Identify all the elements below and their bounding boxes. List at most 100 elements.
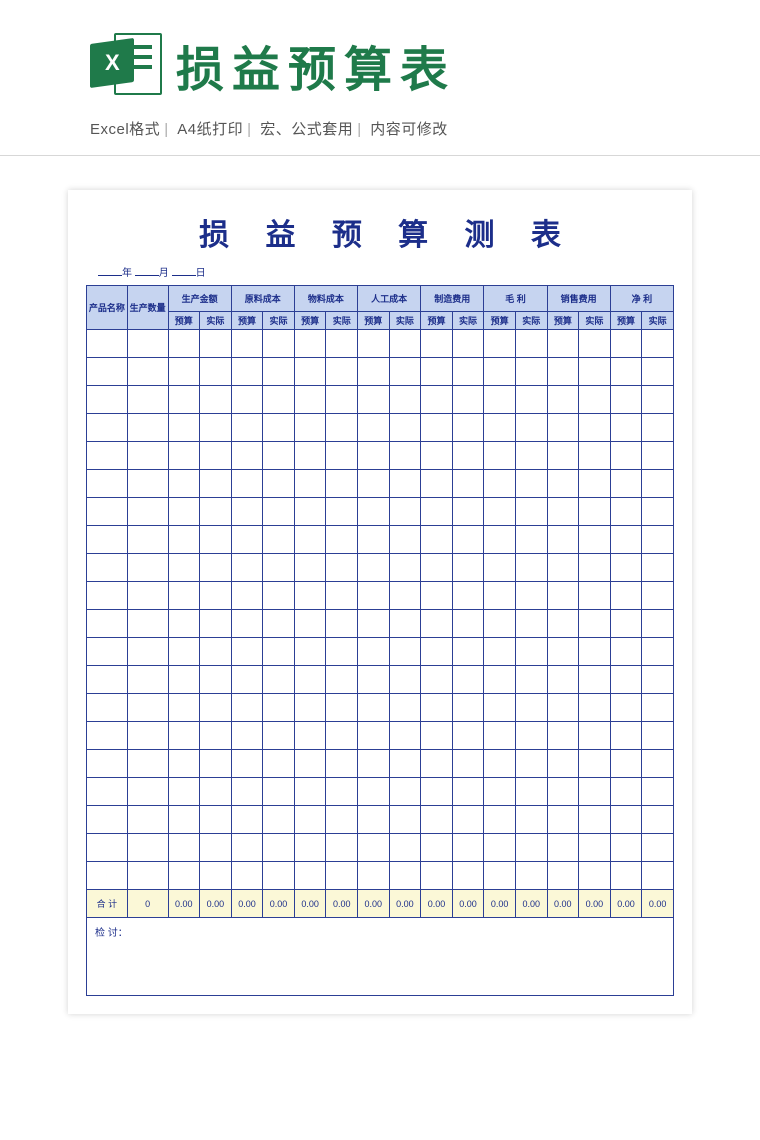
table-cell[interactable] xyxy=(610,526,642,554)
table-cell[interactable] xyxy=(642,834,674,862)
table-cell[interactable] xyxy=(610,638,642,666)
table-cell[interactable] xyxy=(294,750,326,778)
table-cell[interactable] xyxy=(326,554,358,582)
table-cell[interactable] xyxy=(294,722,326,750)
table-cell[interactable] xyxy=(389,834,421,862)
table-cell[interactable] xyxy=(421,666,453,694)
table-cell[interactable] xyxy=(326,638,358,666)
table-cell[interactable] xyxy=(326,722,358,750)
table-cell[interactable] xyxy=(579,638,611,666)
table-cell[interactable] xyxy=(389,470,421,498)
table-cell[interactable] xyxy=(579,330,611,358)
table-cell[interactable] xyxy=(127,694,168,722)
table-cell[interactable] xyxy=(642,610,674,638)
table-cell[interactable] xyxy=(515,638,547,666)
table-cell[interactable] xyxy=(294,554,326,582)
table-cell[interactable] xyxy=(515,470,547,498)
table-cell[interactable] xyxy=(452,610,484,638)
table-cell[interactable] xyxy=(484,582,516,610)
table-cell[interactable] xyxy=(231,414,263,442)
table-cell[interactable] xyxy=(231,862,263,890)
table-cell[interactable] xyxy=(515,442,547,470)
table-cell[interactable] xyxy=(326,778,358,806)
table-cell[interactable] xyxy=(326,666,358,694)
table-cell[interactable] xyxy=(515,498,547,526)
table-cell[interactable] xyxy=(547,666,579,694)
table-cell[interactable] xyxy=(326,834,358,862)
table-cell[interactable] xyxy=(358,722,390,750)
table-cell[interactable] xyxy=(263,442,295,470)
table-cell[interactable] xyxy=(579,526,611,554)
table-cell[interactable] xyxy=(452,358,484,386)
table-cell[interactable] xyxy=(610,470,642,498)
table-cell[interactable] xyxy=(231,806,263,834)
table-cell[interactable] xyxy=(200,386,232,414)
table-cell[interactable] xyxy=(642,414,674,442)
table-cell[interactable] xyxy=(358,694,390,722)
table-cell[interactable] xyxy=(127,834,168,862)
table-cell[interactable] xyxy=(200,610,232,638)
table-cell[interactable] xyxy=(127,386,168,414)
table-cell[interactable] xyxy=(263,554,295,582)
table-cell[interactable] xyxy=(484,414,516,442)
table-cell[interactable] xyxy=(358,638,390,666)
table-cell[interactable] xyxy=(87,806,128,834)
table-cell[interactable] xyxy=(547,806,579,834)
table-cell[interactable] xyxy=(452,778,484,806)
table-cell[interactable] xyxy=(610,386,642,414)
table-cell[interactable] xyxy=(326,330,358,358)
table-cell[interactable] xyxy=(200,582,232,610)
table-cell[interactable] xyxy=(515,610,547,638)
table-cell[interactable] xyxy=(421,526,453,554)
table-cell[interactable] xyxy=(421,694,453,722)
table-cell[interactable] xyxy=(168,386,200,414)
table-cell[interactable] xyxy=(484,750,516,778)
table-cell[interactable] xyxy=(127,526,168,554)
table-cell[interactable] xyxy=(231,526,263,554)
table-cell[interactable] xyxy=(263,750,295,778)
table-cell[interactable] xyxy=(87,386,128,414)
table-cell[interactable] xyxy=(87,638,128,666)
table-cell[interactable] xyxy=(127,498,168,526)
table-cell[interactable] xyxy=(389,610,421,638)
table-cell[interactable] xyxy=(168,834,200,862)
table-cell[interactable] xyxy=(200,722,232,750)
table-cell[interactable] xyxy=(127,806,168,834)
table-cell[interactable] xyxy=(294,526,326,554)
table-cell[interactable] xyxy=(231,722,263,750)
table-cell[interactable] xyxy=(358,442,390,470)
table-cell[interactable] xyxy=(358,778,390,806)
table-cell[interactable] xyxy=(200,442,232,470)
table-cell[interactable] xyxy=(200,498,232,526)
table-cell[interactable] xyxy=(168,582,200,610)
table-cell[interactable] xyxy=(358,358,390,386)
table-cell[interactable] xyxy=(127,722,168,750)
table-cell[interactable] xyxy=(579,470,611,498)
table-cell[interactable] xyxy=(547,386,579,414)
table-cell[interactable] xyxy=(642,722,674,750)
table-cell[interactable] xyxy=(127,414,168,442)
table-cell[interactable] xyxy=(168,470,200,498)
table-cell[interactable] xyxy=(547,358,579,386)
table-cell[interactable] xyxy=(610,778,642,806)
table-cell[interactable] xyxy=(294,638,326,666)
table-cell[interactable] xyxy=(326,750,358,778)
table-cell[interactable] xyxy=(263,330,295,358)
table-cell[interactable] xyxy=(358,610,390,638)
table-cell[interactable] xyxy=(231,358,263,386)
table-cell[interactable] xyxy=(452,386,484,414)
table-cell[interactable] xyxy=(326,862,358,890)
table-cell[interactable] xyxy=(127,750,168,778)
table-cell[interactable] xyxy=(610,722,642,750)
table-cell[interactable] xyxy=(127,442,168,470)
table-cell[interactable] xyxy=(421,582,453,610)
table-cell[interactable] xyxy=(263,806,295,834)
table-cell[interactable] xyxy=(294,470,326,498)
table-cell[interactable] xyxy=(389,722,421,750)
table-cell[interactable] xyxy=(200,470,232,498)
table-cell[interactable] xyxy=(515,526,547,554)
table-cell[interactable] xyxy=(231,442,263,470)
table-cell[interactable] xyxy=(294,778,326,806)
table-cell[interactable] xyxy=(547,834,579,862)
table-cell[interactable] xyxy=(610,666,642,694)
